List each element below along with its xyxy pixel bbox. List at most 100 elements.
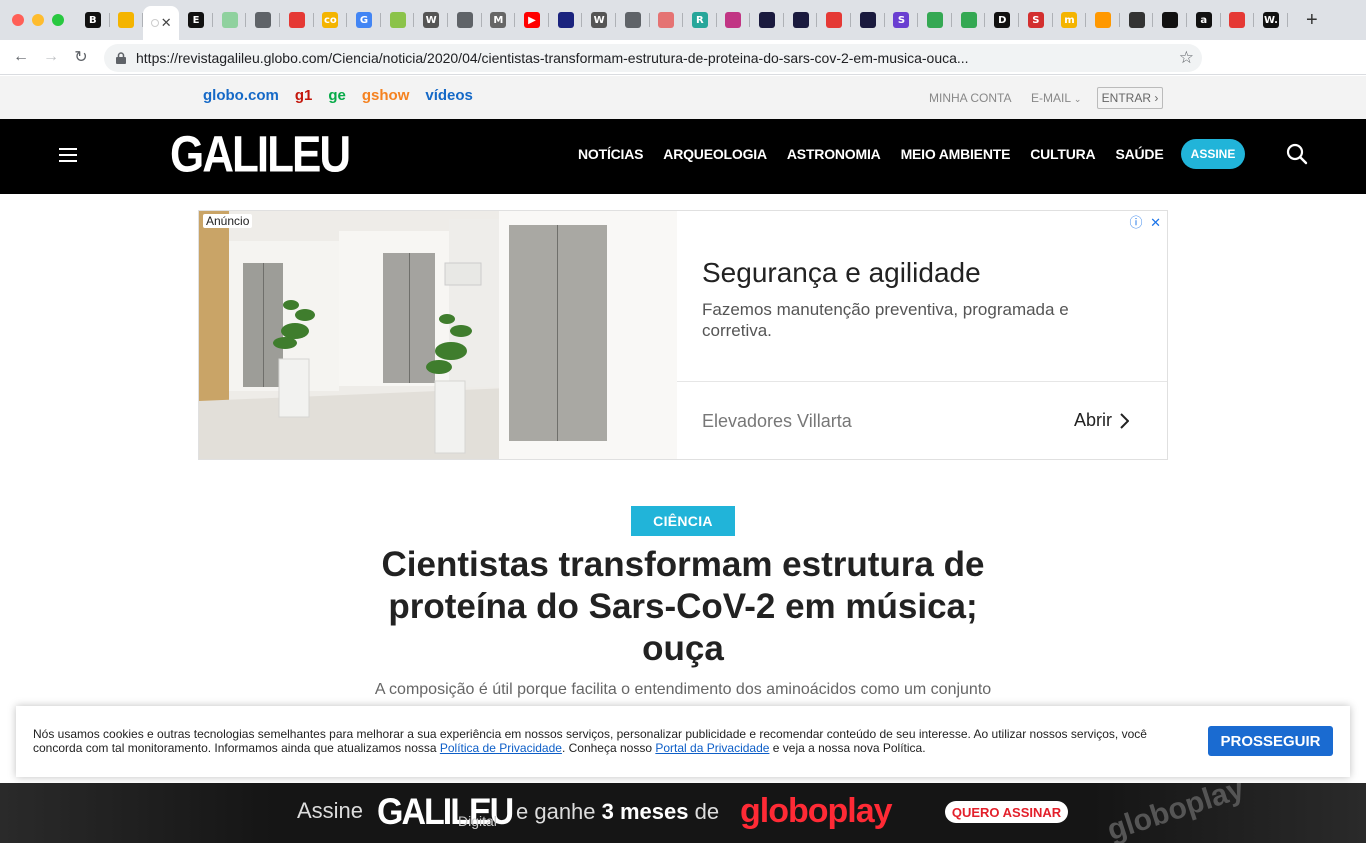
ad-title[interactable]: Segurança e agilidade	[702, 257, 981, 289]
browser-tab[interactable]	[1120, 4, 1154, 36]
browser-tab-strip: B ✕ Eco G W M ▶ W R S D Sm a W. +	[0, 0, 1366, 40]
reload-button[interactable]: ↻	[66, 47, 96, 67]
browser-tab[interactable]: ✕	[143, 6, 180, 40]
browser-tab[interactable]	[246, 4, 280, 36]
tab-favicon-icon	[1229, 12, 1246, 28]
browser-tab[interactable]: B	[76, 4, 110, 36]
privacy-portal-link[interactable]: Portal da Privacidade	[655, 741, 769, 755]
ad-open-label: Abrir	[1074, 410, 1113, 430]
browser-tab[interactable]	[1086, 4, 1120, 36]
browser-tab[interactable]: G	[347, 4, 381, 36]
tab-favicon-icon: ▶	[523, 12, 540, 28]
browser-tab[interactable]	[750, 4, 784, 36]
tab-favicon-icon	[221, 12, 238, 28]
subscribe-button[interactable]: ASSINE	[1181, 139, 1245, 169]
advertisement[interactable]: Anúncio ⓘ ✕ Segurança e agilidade Fazemo…	[198, 210, 1168, 460]
maximize-window-button[interactable]	[52, 14, 64, 26]
back-button[interactable]: ←	[6, 48, 36, 66]
browser-tab[interactable]	[381, 4, 415, 36]
nav-saude[interactable]: SAÚDE	[1115, 146, 1163, 162]
link-videos[interactable]: vídeos	[425, 87, 473, 104]
tab-favicon-icon	[859, 12, 876, 28]
link-gshow[interactable]: gshow	[362, 87, 410, 104]
minimize-window-button[interactable]	[32, 14, 44, 26]
tab-favicon-icon	[118, 12, 135, 28]
link-globo-com[interactable]: globo.com	[203, 87, 279, 104]
accept-cookies-button[interactable]: PROSSEGUIR	[1208, 726, 1333, 756]
promo-offer-pre: e ganhe	[516, 799, 602, 824]
chevron-down-icon: ⌄	[1073, 94, 1082, 104]
browser-tab[interactable]	[650, 4, 684, 36]
menu-icon[interactable]	[59, 148, 77, 162]
login-label: ENTRAR	[1101, 91, 1151, 105]
promo-offer-text: e ganhe 3 meses de	[516, 799, 719, 825]
nav-meio-ambiente[interactable]: MEIO AMBIENTE	[901, 146, 1011, 162]
browser-tab[interactable]	[918, 4, 952, 36]
nav-arqueologia[interactable]: ARQUEOLOGIA	[663, 146, 767, 162]
browser-tab[interactable]	[952, 4, 986, 36]
forward-button[interactable]: →	[36, 48, 66, 66]
browser-tab[interactable]: R	[683, 4, 717, 36]
tab-favicon-icon: B	[84, 12, 101, 28]
tab-favicon-icon	[624, 12, 641, 28]
browser-tab[interactable]	[616, 4, 650, 36]
browser-tab[interactable]	[448, 4, 482, 36]
galileu-logo[interactable]: GALILEU	[170, 129, 351, 181]
address-bar[interactable]: https://revistagalileu.globo.com/Ciencia…	[104, 44, 1202, 72]
tab-list: B ✕ Eco G W M ▶ W R S D Sm a W.	[76, 0, 1288, 40]
tab-favicon-icon	[288, 12, 305, 28]
browser-tab[interactable]	[717, 4, 751, 36]
browser-tab[interactable]: D	[985, 4, 1019, 36]
ad-close-icon[interactable]: ✕	[1150, 215, 1161, 230]
browser-tab[interactable]: m	[1053, 4, 1087, 36]
browser-tab[interactable]: E	[179, 4, 213, 36]
browser-tab[interactable]	[549, 4, 583, 36]
new-tab-button[interactable]: +	[1298, 9, 1326, 32]
nav-noticias[interactable]: NOTÍCIAS	[578, 146, 643, 162]
browser-tab[interactable]: W.	[1254, 4, 1288, 36]
tab-favicon-icon: M	[490, 12, 507, 28]
cookie-text-part: . Conheça nosso	[561, 741, 656, 755]
browser-tab[interactable]: ▶	[515, 4, 549, 36]
nav-cultura[interactable]: CULTURA	[1030, 146, 1095, 162]
tab-favicon-icon: R	[691, 12, 708, 28]
browser-tab[interactable]: S	[1019, 4, 1053, 36]
tab-favicon-icon	[557, 12, 574, 28]
close-window-button[interactable]	[12, 14, 24, 26]
tab-favicon-icon	[658, 12, 675, 28]
browser-tab[interactable]	[110, 4, 144, 36]
my-account-link[interactable]: MINHA CONTA	[929, 91, 1011, 105]
browser-tab[interactable]: W	[582, 4, 616, 36]
bookmark-star-icon[interactable]: ☆	[1179, 48, 1194, 68]
ad-choices[interactable]: ⓘ ✕	[1129, 212, 1161, 231]
browser-tab[interactable]	[280, 4, 314, 36]
email-dropdown[interactable]: E-MAIL ⌄	[1031, 91, 1081, 105]
tab-close-icon[interactable]: ✕	[161, 15, 172, 31]
browser-tab[interactable]	[213, 4, 247, 36]
ad-open-button[interactable]: Abrir	[1074, 410, 1130, 431]
link-g1[interactable]: g1	[295, 87, 313, 104]
ad-elevator-image[interactable]: Anúncio	[199, 211, 677, 459]
search-icon[interactable]	[1286, 143, 1308, 165]
ad-advertiser[interactable]: Elevadores Villarta	[702, 411, 852, 432]
login-button[interactable]: ENTRAR ›	[1097, 87, 1163, 109]
browser-tab[interactable]	[817, 4, 851, 36]
browser-tab[interactable]: M	[482, 4, 516, 36]
browser-tab[interactable]	[784, 4, 818, 36]
tab-favicon-icon: co	[322, 12, 339, 28]
subscribe-now-button[interactable]: QUERO ASSINAR	[945, 801, 1068, 823]
browser-tab[interactable]: S	[885, 4, 919, 36]
ad-info-icon[interactable]: ⓘ	[1129, 215, 1142, 230]
link-ge[interactable]: ge	[328, 87, 346, 104]
browser-tab[interactable]	[851, 4, 885, 36]
promo-offer-bold: 3 meses	[601, 799, 689, 824]
category-badge[interactable]: CIÊNCIA	[631, 506, 735, 536]
browser-tab[interactable]: W	[414, 4, 448, 36]
nav-astronomia[interactable]: ASTRONOMIA	[787, 146, 881, 162]
privacy-policy-link[interactable]: Política de Privacidade	[440, 741, 562, 755]
subscription-promo-bar[interactable]: Assine GALILEU Digital e ganhe 3 meses d…	[0, 783, 1366, 843]
browser-tab[interactable]	[1221, 4, 1255, 36]
browser-tab[interactable]: co	[314, 4, 348, 36]
browser-tab[interactable]	[1153, 4, 1187, 36]
browser-tab[interactable]: a	[1187, 4, 1221, 36]
